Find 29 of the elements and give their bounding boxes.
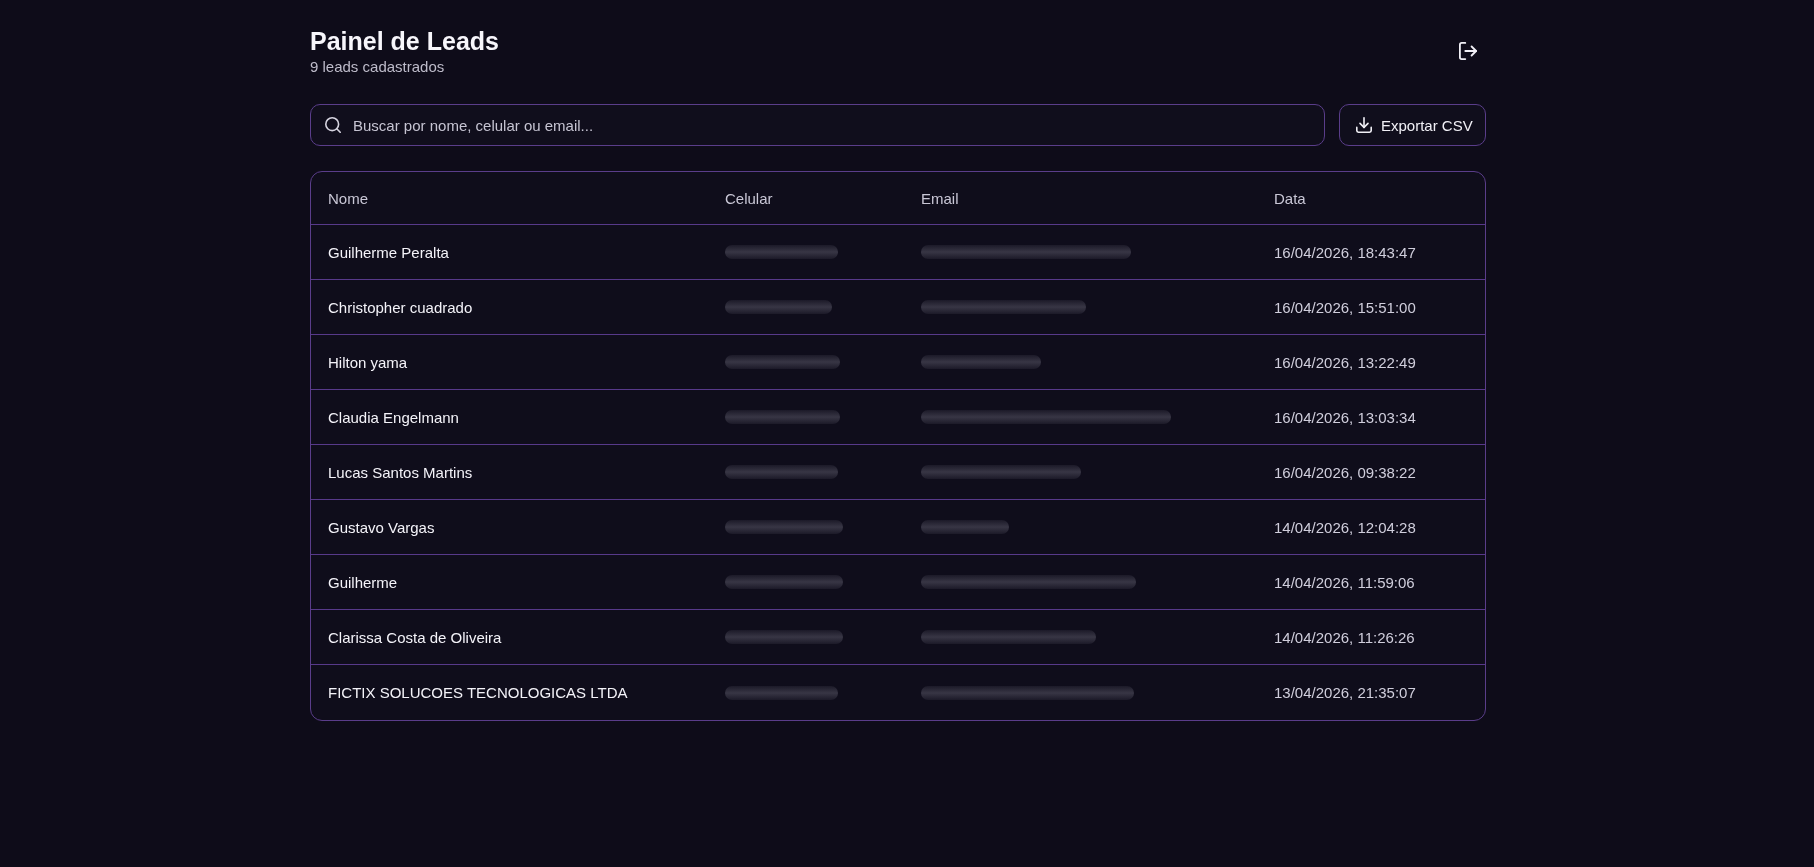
table-cell: Guilherme Peralta [328, 243, 449, 261]
table-cell: Lucas Santos Martins [328, 463, 473, 481]
search-field[interactable]: Buscar por nome, celular ou email... [310, 104, 1325, 146]
table-cell: FICTIX SOLUCOES TECNOLOGICAS LTDA [328, 684, 628, 701]
table-cell: 16/04/2026, 15:51:00 [1274, 298, 1416, 316]
column-header: Email [921, 189, 959, 207]
table-cell: 16/04/2026, 18:43:47 [1274, 243, 1416, 261]
table-cell: 14/04/2026, 11:59:06 [1274, 573, 1415, 591]
column-header: Nome [328, 189, 368, 207]
table-cell: Guilherme [328, 573, 398, 591]
column-header: Data [1274, 189, 1306, 207]
table-cell: 16/04/2026, 13:03:34 [1274, 408, 1416, 426]
table-cell: 16/04/2026, 13:22:49 [1274, 353, 1416, 371]
column-header: Celular [725, 189, 773, 207]
table-cell: Claudia Engelmann [328, 408, 459, 426]
download-icon [1356, 117, 1372, 133]
table-cell: 13/04/2026, 21:35:07 [1274, 684, 1416, 701]
table-cell: Gustavo Vargas [328, 518, 435, 536]
table-cell: 14/04/2026, 12:04:28 [1274, 518, 1416, 536]
search-icon [325, 117, 341, 133]
table-cell: 16/04/2026, 09:38:22 [1274, 463, 1416, 481]
table-cell: 14/04/2026, 11:26:26 [1274, 628, 1415, 646]
table-cell: Hilton yama [328, 353, 408, 371]
logout-icon [1459, 42, 1477, 60]
export-csv-button[interactable]: Exportar CSV [1339, 104, 1486, 146]
table-cell: Clarissa Costa de Oliveira [328, 628, 502, 646]
page-title: Painel de Leads [310, 26, 499, 56]
table-cell: Christopher cuadrado [328, 298, 473, 316]
lead-count: 9 leads cadastrados [310, 58, 446, 76]
